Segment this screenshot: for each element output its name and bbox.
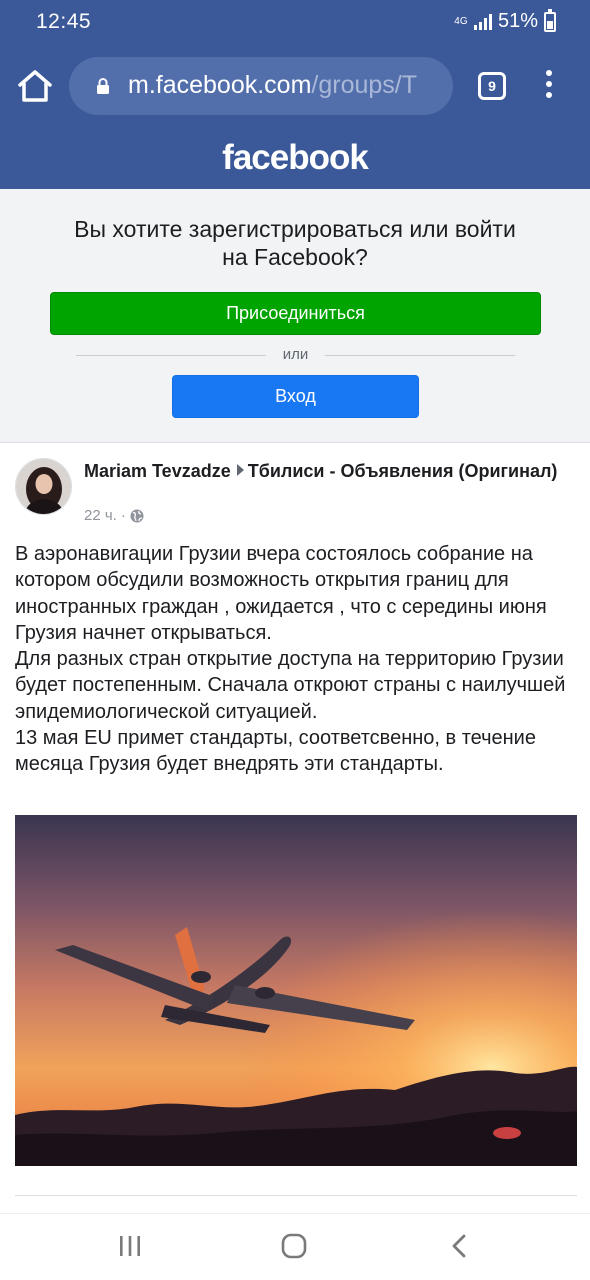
facebook-logo[interactable]: facebook: [222, 138, 369, 177]
url-text: m.facebook.com/groups/T: [128, 71, 417, 100]
facebook-header: facebook: [0, 126, 590, 189]
globe-icon: [130, 509, 144, 522]
post-paragraph: 13 мая EU примет стандарты, соответсвенн…: [15, 727, 536, 776]
post: Mariam Tevzadze Тбилиси - Объявления (Ори…: [0, 443, 590, 1213]
system-nav-bar: [0, 1213, 590, 1280]
post-meta: 22 ч. ·: [84, 507, 144, 524]
back-icon[interactable]: [450, 1233, 468, 1259]
url-domain: m.facebook.com: [128, 71, 312, 99]
register-prompt: Вы хотите зарегистрироваться или войти н…: [74, 216, 516, 270]
address-bar[interactable]: m.facebook.com/groups/T: [69, 57, 453, 115]
more-vert-icon[interactable]: [542, 70, 556, 100]
recent-apps-icon[interactable]: [118, 1234, 142, 1258]
join-button[interactable]: Присоединиться: [50, 292, 541, 335]
register-panel: Вы хотите зарегистрироваться или войти н…: [0, 189, 590, 443]
status-time: 12:45: [36, 10, 92, 33]
post-paragraph: В аэронавигации Грузии вчера состоялось …: [15, 543, 547, 644]
post-paragraph: Для разных стран открытие доступа на тер…: [15, 648, 566, 723]
lock-icon: [97, 78, 109, 94]
post-divider: [15, 1195, 577, 1196]
status-icons: 4G 51%: [454, 8, 556, 33]
post-header: Mariam Tevzadze Тбилиси - Объявления (Ори…: [84, 459, 564, 483]
tabs-button[interactable]: 9: [478, 72, 506, 100]
url-path: /groups/T: [311, 71, 418, 99]
signal-icon: [473, 13, 492, 30]
browser-toolbar: m.facebook.com/groups/T 9: [0, 46, 590, 126]
author-name[interactable]: Mariam Tevzadze: [84, 461, 231, 481]
login-button[interactable]: Вход: [172, 375, 419, 418]
nav-home-icon[interactable]: [281, 1233, 307, 1259]
battery-icon: [544, 8, 556, 32]
home-icon[interactable]: [16, 68, 54, 104]
network-type: 4G: [454, 16, 468, 27]
group-name[interactable]: Тбилиси - Объявления (Оригинал): [248, 461, 558, 481]
battery-percent: 51%: [497, 10, 538, 32]
post-image[interactable]: [15, 815, 577, 1166]
or-divider: или: [76, 345, 515, 365]
arrow-right-icon: [236, 464, 244, 476]
avatar[interactable]: [15, 458, 72, 515]
post-text: В аэронавигации Грузии вчера состоялось …: [15, 541, 580, 778]
post-time[interactable]: 22 ч.: [84, 507, 117, 524]
status-bar: 12:45 4G 51%: [0, 0, 590, 46]
divider-line-right: [325, 355, 515, 356]
meta-separator: ·: [120, 507, 126, 524]
